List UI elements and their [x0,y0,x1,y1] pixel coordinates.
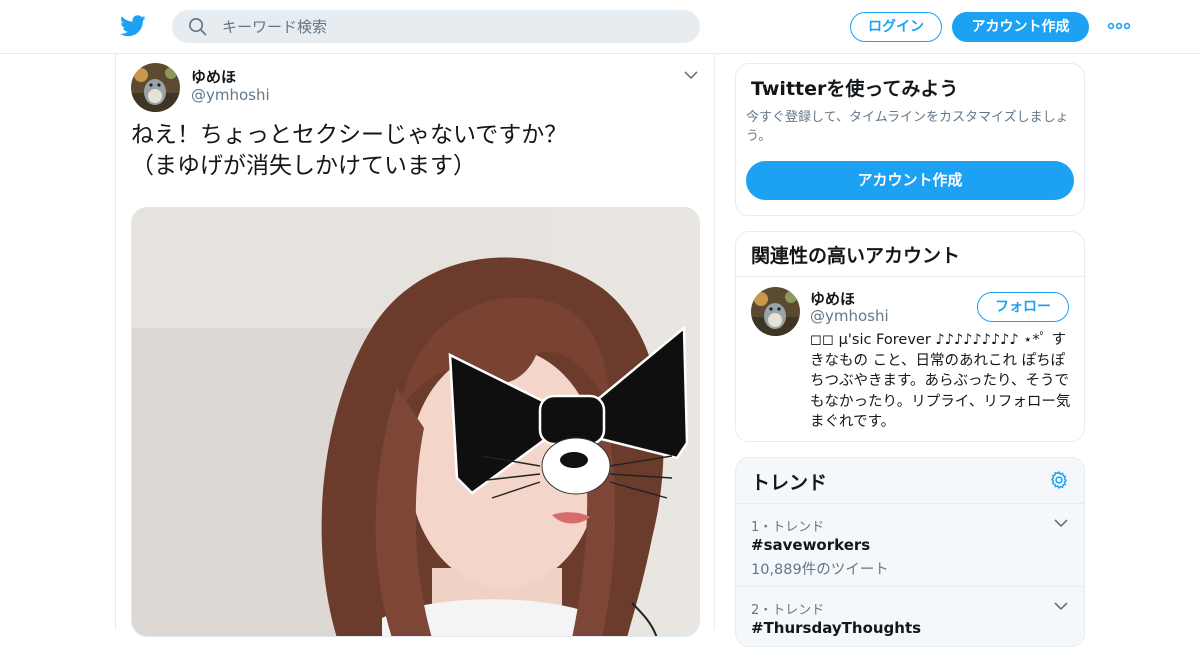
search-box[interactable] [172,10,700,43]
signup-card-title: Twitterを使ってみよう [751,78,959,100]
signup-card: Twitterを使ってみよう 今すぐ登録して、タイムラインをカスタマイズしましょ… [735,63,1085,216]
trend-hashtag[interactable]: #ThursdayThoughts [751,619,921,637]
tweet-text-line: ねえ！ちょっとセクシーじゃないですか？ [131,122,568,148]
signup-button[interactable]: アカウント作成 [952,12,1089,42]
trend-hashtag[interactable]: #saveworkers [751,536,870,554]
twitter-bird-icon[interactable] [120,14,146,38]
tweet-author-name[interactable]: ゆめほ [191,66,236,87]
chevron-down-icon[interactable] [1054,600,1068,612]
search-input[interactable] [222,10,682,43]
trends-title: トレンド [751,472,828,494]
trend-meta: 2・トレンド [751,603,825,618]
signup-card-description: 今すぐ登録して、タイムラインをカスタマイズしましょう。 [746,110,1069,144]
login-button[interactable]: ログイン [850,12,942,42]
more-dots-icon[interactable] [1107,19,1131,33]
avatar[interactable] [131,63,180,112]
tweet-text-line: （まゆげが消失しかけています） [131,153,476,179]
avatar[interactable] [751,287,800,336]
tweet-author-handle[interactable]: @ymhoshi [191,86,270,104]
trends-card: トレンド 1・トレンド #saveworkers 10,889件のツイート 2・… [735,457,1085,647]
chevron-down-icon[interactable] [683,68,699,82]
trend-item[interactable]: 1・トレンド #saveworkers 10,889件のツイート [736,503,1084,586]
top-navigation-bar: ログイン アカウント作成 [0,0,1200,54]
tweet-detail: ゆめほ @ymhoshi ねえ！ちょっとセクシーじゃないですか？ （まゆげが消失… [115,54,715,637]
signup-card-button[interactable]: アカウント作成 [746,161,1074,200]
related-account-bio: ◻◻ µ'sic Forever ♪♪♪♪♪♪♪♪♪ ⋆*ﾟ すきなもの こと、… [810,332,1071,430]
related-accounts-card: 関連性の高いアカウント ゆめほ @ymhoshi フォロー ◻◻ µ'sic F… [735,231,1085,442]
divider [736,276,1084,277]
trend-meta: 1・トレンド [751,520,825,535]
related-account-name[interactable]: ゆめほ [810,288,855,309]
follow-button[interactable]: フォロー [977,292,1069,322]
chevron-down-icon[interactable] [1054,517,1068,529]
trend-item[interactable]: 2・トレンド #ThursdayThoughts [736,586,1084,646]
tweet-photo[interactable] [131,207,700,637]
related-account-handle[interactable]: @ymhoshi [810,307,889,325]
tweet-text: ねえ！ちょっとセクシーじゃないですか？ （まゆげが消失しかけています） [131,120,691,182]
gear-icon[interactable] [1049,470,1069,490]
trend-tweet-count: 10,889件のツイート [751,562,889,578]
search-icon [189,18,207,36]
related-accounts-title: 関連性の高いアカウント [751,245,961,267]
